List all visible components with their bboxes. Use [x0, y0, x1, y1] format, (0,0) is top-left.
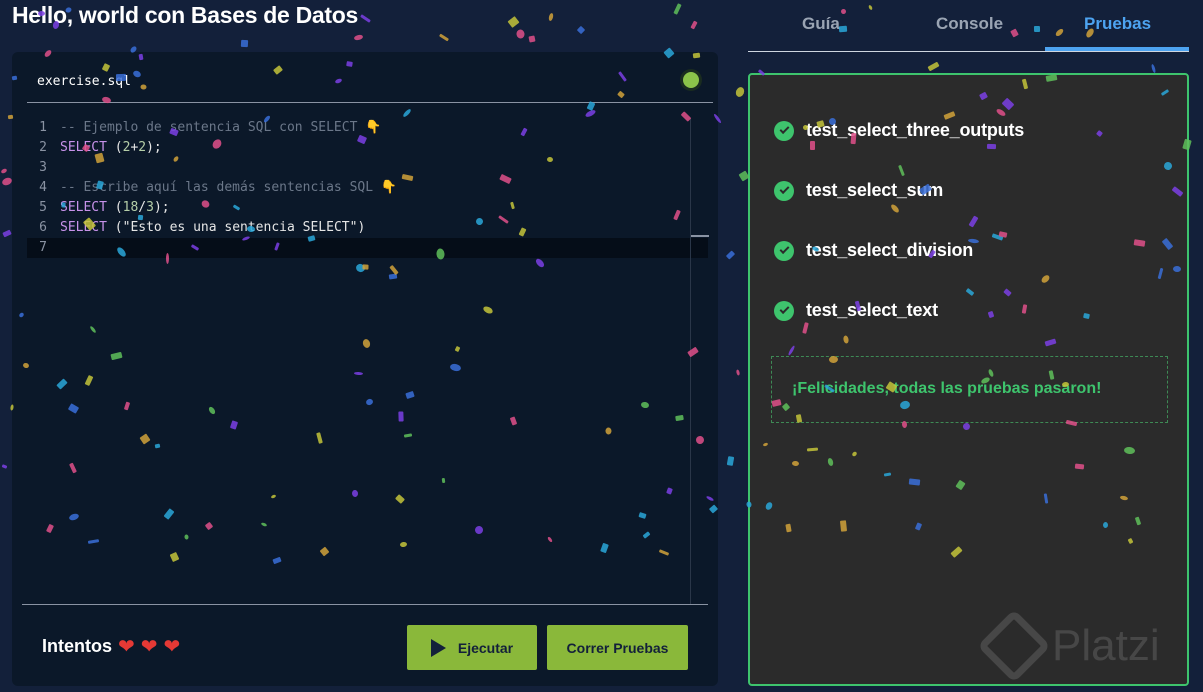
confetti-piece	[438, 33, 450, 42]
confetti-piece	[927, 61, 940, 72]
scrollbar-marker	[691, 235, 709, 237]
platzi-logo-icon	[977, 609, 1051, 683]
test-item: test_select_division	[774, 240, 973, 261]
line-code: SELECT ("Esto es una sentencia SELECT")	[60, 218, 365, 238]
code-token: SELECT	[60, 220, 107, 235]
confetti-piece	[2, 229, 12, 238]
code-token: SELECT	[60, 140, 107, 155]
test-name: test_select_division	[806, 240, 974, 260]
confetti-piece	[515, 28, 526, 40]
code-area[interactable]: 1 -- Ejemplo de sentencia SQL con SELECT …	[27, 118, 708, 604]
confetti-piece	[0, 167, 8, 175]
confetti-piece	[690, 20, 698, 30]
check-circle-icon	[774, 180, 794, 201]
code-token: -- Ejemplo de sentencia SQL con SELECT 👇	[60, 120, 382, 135]
code-editor-panel: exercise.sql 1 -- Ejemplo de sentencia SQ…	[12, 52, 718, 686]
code-line[interactable]: 1 -- Ejemplo de sentencia SQL con SELECT …	[27, 118, 708, 138]
line-code: SELECT (2+2);	[60, 138, 162, 158]
code-line[interactable]: 7	[27, 238, 708, 258]
code-token: -- Escribe aquí las demás sentencias SQL…	[60, 180, 398, 195]
attempts-label: Intentos	[42, 636, 112, 656]
code-token: )	[357, 220, 366, 235]
line-number: 3	[39, 160, 47, 175]
confetti-piece	[726, 456, 735, 466]
code-token: );	[153, 200, 170, 215]
tests-panel: test_select_three_outputs test_select_su…	[748, 73, 1189, 686]
confetti-piece	[576, 25, 586, 35]
platzi-watermark: Platzi	[977, 609, 1160, 683]
check-circle-icon	[774, 300, 794, 321]
line-number: 5	[39, 200, 47, 215]
tab-pruebas[interactable]: Pruebas	[1084, 14, 1151, 34]
test-item: test_select_text	[774, 300, 938, 321]
line-number: 1	[39, 120, 47, 135]
check-circle-icon	[774, 240, 794, 261]
code-line[interactable]: 5 SELECT (18/3);	[27, 198, 708, 218]
test-name: test_select_text	[806, 300, 938, 320]
confetti-piece	[735, 369, 741, 376]
confetti-piece	[548, 12, 554, 22]
test-name: test_select_sum	[806, 180, 944, 200]
confetti-piece	[507, 16, 520, 28]
success-message: ¡Felicidades, todas las pruebas pasaron!	[792, 380, 1102, 397]
test-item: test_select_three_outputs	[774, 120, 1024, 141]
page-title: Hello, world con Bases de Datos	[12, 2, 359, 28]
editor-divider	[22, 604, 708, 605]
confetti-piece	[673, 3, 682, 15]
code-token: SELECT	[60, 200, 107, 215]
confetti-piece	[360, 14, 371, 23]
code-token: (	[106, 220, 123, 235]
line-code: -- Ejemplo de sentencia SQL con SELECT 👇	[60, 118, 381, 138]
code-token: 2	[138, 140, 147, 155]
heart-icon: ❤	[163, 635, 181, 658]
run-tests-button-label: Correr Pruebas	[566, 639, 669, 656]
panel-tabs: Guía Console Pruebas	[748, 0, 1189, 52]
test-item: test_select_sum	[774, 180, 943, 201]
code-line[interactable]: 6 SELECT ("Esto es una sentencia SELECT")	[27, 218, 708, 238]
code-line[interactable]: 3	[27, 158, 708, 178]
platzi-wordmark: Platzi	[1052, 621, 1160, 670]
code-token: "Esto es una sentencia SELECT"	[122, 220, 358, 235]
confetti-piece	[1150, 63, 1157, 74]
confetti-piece	[725, 250, 736, 260]
confetti-piece	[353, 34, 364, 41]
line-number: 6	[39, 220, 47, 235]
tab-console[interactable]: Console	[936, 14, 1003, 34]
check-circle-icon	[774, 120, 794, 141]
code-token: 3	[146, 200, 154, 215]
file-name-tab[interactable]: exercise.sql	[37, 74, 131, 89]
play-icon	[430, 638, 446, 657]
status-indicator-icon	[683, 72, 699, 88]
code-token: /	[138, 200, 147, 215]
code-scrollbar[interactable]	[690, 118, 709, 604]
run-button-label: Ejecutar	[457, 639, 514, 656]
tab-guia[interactable]: Guía	[802, 14, 840, 34]
editor-header: exercise.sql	[27, 52, 713, 103]
active-tab-indicator	[1045, 47, 1189, 51]
confetti-piece	[240, 39, 249, 48]
confetti-piece	[528, 35, 536, 43]
line-number: 4	[39, 180, 47, 195]
code-line[interactable]: 4 -- Escribe aquí las demás sentencias SQ…	[27, 178, 708, 198]
run-tests-button[interactable]: Correr Pruebas	[547, 625, 688, 670]
heart-icon: ❤	[140, 635, 158, 658]
success-message-box: ¡Felicidades, todas las pruebas pasaron!	[771, 356, 1168, 423]
test-name: test_select_three_outputs	[806, 120, 1025, 140]
line-code: SELECT (18/3);	[60, 198, 170, 218]
attempts-indicator: Intentos ❤ ❤ ❤	[42, 636, 180, 657]
code-token: 18	[122, 200, 139, 215]
code-token: (	[106, 200, 123, 215]
run-button[interactable]: Ejecutar	[407, 625, 537, 670]
confetti-piece	[734, 85, 746, 99]
line-number: 7	[39, 240, 47, 255]
code-line[interactable]: 2 SELECT (2+2);	[27, 138, 708, 158]
code-token: );	[146, 140, 162, 155]
heart-icon: ❤	[118, 635, 135, 658]
line-number: 2	[39, 140, 47, 155]
confetti-piece	[1, 464, 8, 469]
line-code: -- Escribe aquí las demás sentencias SQL…	[60, 178, 397, 198]
code-token: (	[106, 140, 123, 155]
